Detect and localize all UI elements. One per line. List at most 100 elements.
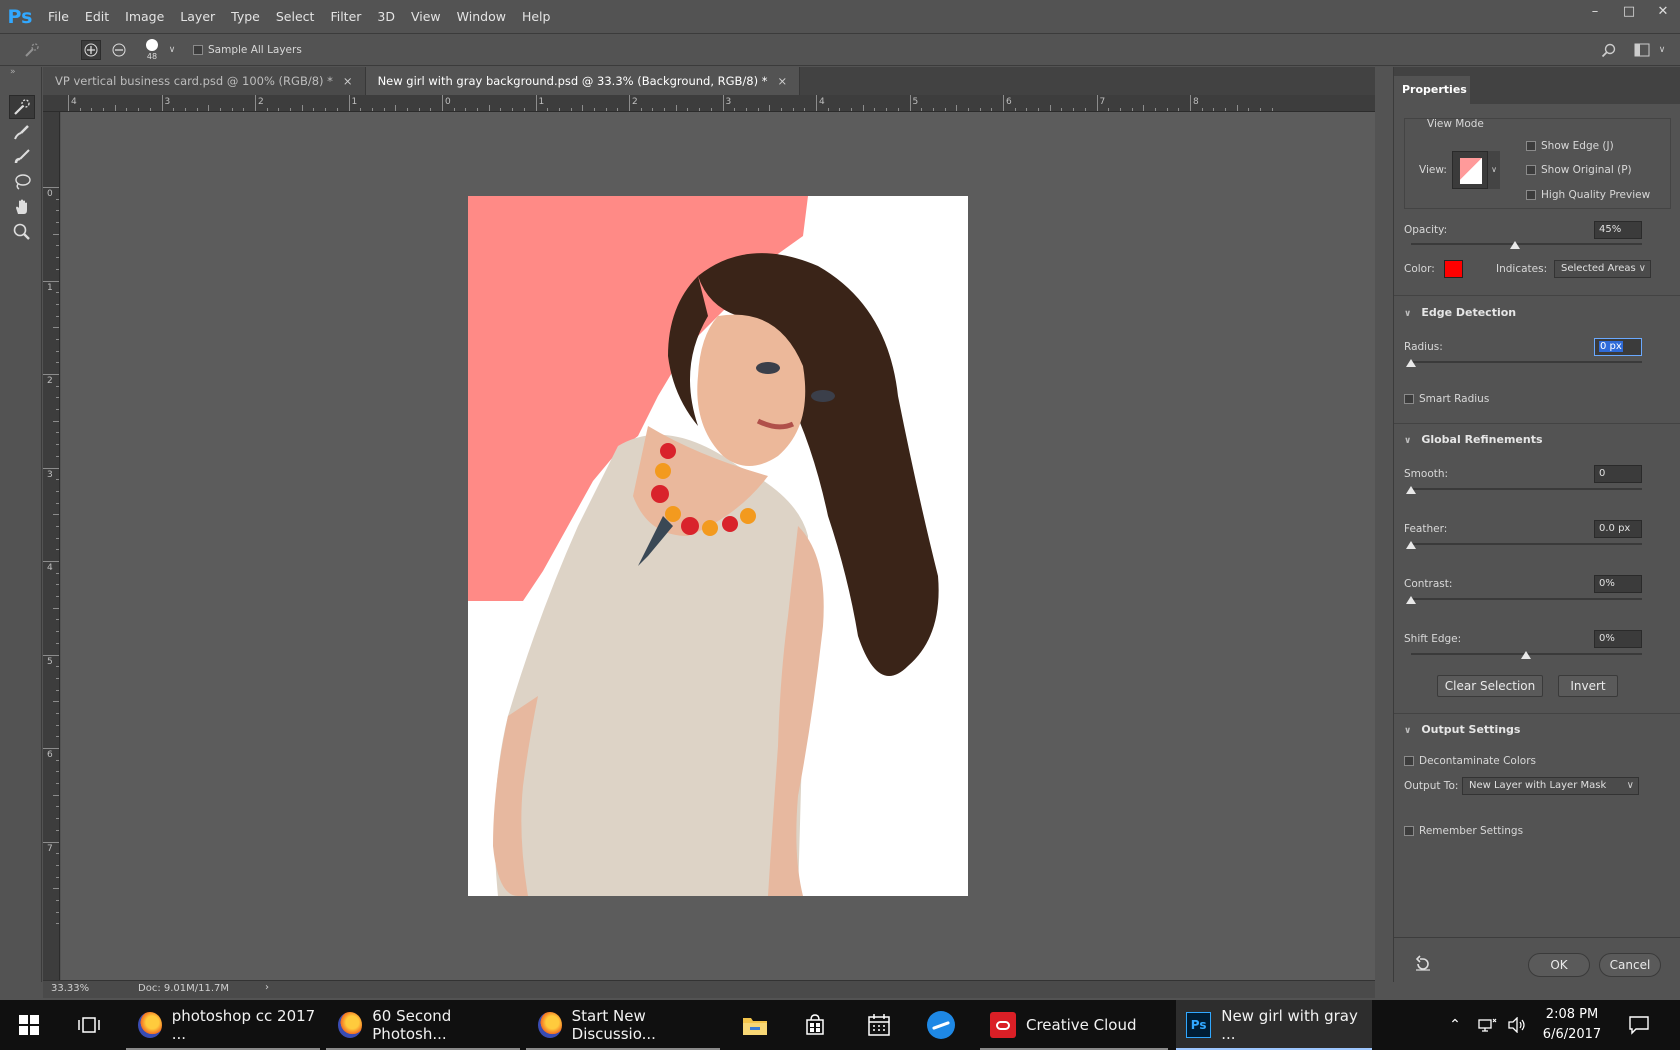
output-to-select[interactable]: New Layer with Layer Mask ∨ <box>1462 777 1639 795</box>
subtract-from-selection-icon[interactable] <box>109 40 129 60</box>
decontaminate-colors-checkbox[interactable]: Decontaminate Colors <box>1404 755 1536 767</box>
ok-button[interactable]: OK <box>1528 953 1590 977</box>
radius-slider-thumb[interactable] <box>1406 359 1416 367</box>
add-to-selection-icon[interactable] <box>81 40 101 60</box>
menu-view[interactable]: View <box>403 0 449 33</box>
volume-icon[interactable] <box>1502 1000 1532 1050</box>
smooth-slider-thumb[interactable] <box>1406 486 1416 494</box>
ruler-tick <box>43 654 59 656</box>
shift-edge-slider-thumb[interactable] <box>1521 651 1531 659</box>
calendar-icon[interactable] <box>854 1000 904 1050</box>
brush-size-dropdown-icon[interactable]: ∨ <box>162 40 182 60</box>
panel-header <box>1394 67 1680 76</box>
quick-selection-tool-icon[interactable] <box>9 95 35 119</box>
taskbar-app-photoshop[interactable]: Ps New girl with gray ... <box>1176 1000 1372 1050</box>
taskbar-app-firefox-60-second[interactable]: 60 Second Photosh... <box>326 1000 520 1050</box>
contrast-slider[interactable] <box>1411 598 1642 600</box>
indicates-value: Selected Areas <box>1561 263 1636 274</box>
smart-radius-checkbox[interactable]: Smart Radius <box>1404 393 1489 405</box>
contrast-slider-thumb[interactable] <box>1406 596 1416 604</box>
zoom-level[interactable]: 33.33% <box>51 983 89 994</box>
menu-3d[interactable]: 3D <box>369 0 403 33</box>
clear-selection-button[interactable]: Clear Selection <box>1437 675 1543 697</box>
menu-edit[interactable]: Edit <box>77 0 117 33</box>
status-menu-arrow-icon[interactable]: › <box>265 982 269 993</box>
radius-input[interactable]: 0 px <box>1594 338 1642 356</box>
show-original-checkbox[interactable]: Show Original (P) <box>1526 164 1632 176</box>
opacity-slider-thumb[interactable] <box>1509 241 1520 249</box>
close-tab-icon[interactable]: × <box>778 74 788 88</box>
remember-settings-checkbox[interactable]: Remember Settings <box>1404 825 1523 837</box>
indicates-select[interactable]: Selected Areas ∨ <box>1554 260 1651 278</box>
feather-slider-thumb[interactable] <box>1406 541 1416 549</box>
close-tab-icon[interactable]: × <box>343 74 353 88</box>
taskbar-app-firefox-start-discussion[interactable]: Start New Discussio... <box>526 1000 720 1050</box>
radius-slider[interactable] <box>1411 361 1642 363</box>
task-view-icon[interactable] <box>64 1000 114 1050</box>
ruler-tick <box>56 864 59 866</box>
show-edge-checkbox[interactable]: Show Edge (J) <box>1526 140 1614 152</box>
close-icon[interactable]: ✕ <box>1646 0 1680 22</box>
store-icon[interactable] <box>790 1000 840 1050</box>
taskbar-app-creative-cloud[interactable]: Creative Cloud <box>980 1000 1168 1050</box>
overlay-color-swatch[interactable] <box>1444 260 1463 278</box>
ruler-tick <box>56 876 59 878</box>
workspace-icon[interactable] <box>1632 40 1652 60</box>
contrast-input[interactable]: 0% <box>1594 575 1642 593</box>
menu-help[interactable]: Help <box>514 0 559 33</box>
menu-file[interactable]: File <box>40 0 77 33</box>
taskbar-app-firefox-photoshop-cc[interactable]: photoshop cc 2017 ... <box>126 1000 320 1050</box>
network-icon[interactable] <box>1472 1000 1502 1050</box>
menu-select[interactable]: Select <box>268 0 323 33</box>
smooth-input[interactable]: 0 <box>1594 465 1642 483</box>
lasso-tool-icon[interactable] <box>9 170 35 194</box>
ruler-tick <box>512 108 514 111</box>
reset-icon[interactable] <box>1414 955 1432 976</box>
view-thumbnail-icon <box>1460 158 1482 184</box>
document-image[interactable] <box>468 196 968 896</box>
menu-filter[interactable]: Filter <box>322 0 369 33</box>
action-center-icon[interactable] <box>1616 1000 1662 1050</box>
tab-properties[interactable]: Properties <box>1394 76 1470 104</box>
high-quality-preview-checkbox[interactable]: High Quality Preview <box>1526 189 1650 201</box>
edge-detection-section[interactable]: ∨ Edge Detection <box>1404 306 1516 319</box>
shift-edge-input[interactable]: 0% <box>1594 630 1642 648</box>
minimize-icon[interactable]: – <box>1578 0 1612 22</box>
feather-input[interactable]: 0.0 px <box>1594 520 1642 538</box>
quick-selection-preset-icon[interactable] <box>22 40 42 60</box>
opacity-slider[interactable] <box>1411 243 1642 245</box>
cancel-button[interactable]: Cancel <box>1599 953 1661 977</box>
opacity-input[interactable]: 45% <box>1594 221 1642 239</box>
search-icon[interactable] <box>1598 40 1618 60</box>
hand-tool-icon[interactable] <box>9 195 35 219</box>
brush-size-picker[interactable]: 48 <box>142 36 162 64</box>
view-mode-dropdown-icon[interactable]: ∨ <box>1488 151 1500 189</box>
taskbar-app-label: photoshop cc 2017 ... <box>171 1007 316 1043</box>
file-explorer-icon[interactable] <box>730 1000 780 1050</box>
refine-edge-brush-tool-icon[interactable] <box>9 120 35 144</box>
maximize-icon[interactable]: □ <box>1612 0 1646 22</box>
clock[interactable]: 2:08 PM 6/6/2017 <box>1534 1000 1610 1050</box>
show-hidden-icons-icon[interactable]: ⌃ <box>1440 1000 1470 1050</box>
zoom-tool-icon[interactable] <box>9 220 35 244</box>
ruler-label: 2 <box>632 97 638 107</box>
global-refinements-section[interactable]: ∨ Global Refinements <box>1404 433 1543 446</box>
windows-start-icon[interactable] <box>0 1000 58 1050</box>
collapse-tools-icon[interactable]: » <box>10 67 16 77</box>
tab-vp-business-card[interactable]: VP vertical business card.psd @ 100% (RG… <box>43 67 366 95</box>
feather-slider[interactable] <box>1411 543 1642 545</box>
ruler-tick <box>56 584 59 586</box>
menu-layer[interactable]: Layer <box>172 0 223 33</box>
workspace-dropdown-icon[interactable]: ∨ <box>1652 40 1672 60</box>
view-mode-thumbnail[interactable] <box>1452 151 1488 189</box>
menu-image[interactable]: Image <box>117 0 172 33</box>
invert-button[interactable]: Invert <box>1558 675 1618 697</box>
sample-all-layers-checkbox[interactable]: Sample All Layers <box>193 44 302 56</box>
smooth-slider[interactable] <box>1411 488 1642 490</box>
brush-tool-icon[interactable] <box>9 145 35 169</box>
output-settings-section[interactable]: ∨ Output Settings <box>1404 723 1520 736</box>
menu-window[interactable]: Window <box>449 0 514 33</box>
weather-app-icon[interactable] <box>916 1000 966 1050</box>
menu-type[interactable]: Type <box>223 0 268 33</box>
tab-new-girl-gray-background[interactable]: New girl with gray background.psd @ 33.3… <box>365 67 801 95</box>
